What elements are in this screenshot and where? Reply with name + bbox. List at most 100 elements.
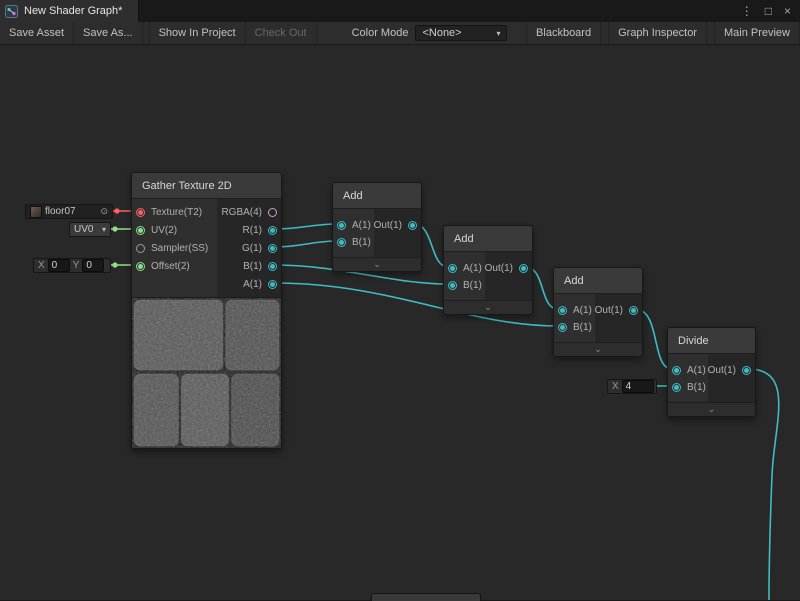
offset-y-field[interactable]: 0	[82, 259, 104, 272]
port-label: Texture(T2)	[151, 207, 202, 218]
port-label: Out(1)	[374, 220, 402, 231]
port-in-b[interactable]	[672, 383, 681, 392]
uv-channel-dropdown[interactable]: UV0 ▾	[69, 222, 111, 237]
port-label: A(1)	[573, 305, 592, 316]
port-out-g[interactable]	[268, 244, 277, 253]
shader-graph-window: New Shader Graph* ⋮ □ × Save Asset Save …	[0, 0, 800, 600]
port-label: B(1)	[687, 382, 706, 393]
node-add-2[interactable]: Add A(1) B(1) Out(1) ⌄	[443, 225, 533, 315]
port-label: A(1)	[463, 263, 482, 274]
color-mode-label: Color Mode	[345, 22, 416, 44]
port-label: Out(1)	[708, 365, 736, 376]
node-title: Add	[454, 233, 474, 245]
port-label: A(1)	[687, 365, 706, 376]
port-in-a[interactable]	[558, 306, 567, 315]
chevron-down-icon: ⌄	[484, 303, 492, 312]
graph-tab[interactable]: New Shader Graph*	[0, 0, 139, 22]
y-axis-label: Y	[73, 260, 80, 271]
menu-icon[interactable]: ⋮	[741, 5, 753, 17]
offset-x-field[interactable]: 0	[48, 259, 70, 272]
save-as-button[interactable]: Save As...	[74, 22, 143, 44]
port-in-a[interactable]	[672, 366, 681, 375]
node-add-1[interactable]: Add A(1) B(1) Out(1) ⌄	[332, 182, 422, 272]
blackboard-toggle[interactable]: Blackboard	[526, 22, 601, 44]
port-in-offset[interactable]	[136, 262, 145, 271]
port-label: Out(1)	[595, 305, 623, 316]
texture-preview	[132, 298, 281, 448]
port-in-b[interactable]	[558, 323, 567, 332]
texture-default-input[interactable]: floor07 ⊙	[25, 204, 113, 219]
port-label: B(1)	[573, 322, 592, 333]
x-axis-label: X	[38, 260, 45, 271]
texture-thumbnail	[30, 206, 42, 218]
node-divide[interactable]: Divide A(1) B(1) Out(1) ⌄	[667, 327, 756, 417]
graph-canvas[interactable]	[0, 44, 800, 600]
node-add-3[interactable]: Add A(1) B(1) Out(1) ⌄	[553, 267, 643, 357]
port-label: RGBA(4)	[221, 207, 262, 218]
check-out-button[interactable]: Check Out	[246, 22, 317, 44]
preview-collapse-toggle[interactable]: ⌄	[444, 300, 532, 314]
texture-name: floor07	[45, 206, 76, 217]
port-out-b[interactable]	[268, 262, 277, 271]
port-in-a[interactable]	[337, 221, 346, 230]
uv-channel-value: UV0	[74, 224, 93, 235]
object-picker-icon[interactable]: ⊙	[100, 207, 108, 216]
toolbar-right-group: Blackboard Graph Inspector Main Preview	[519, 22, 800, 44]
chevron-down-icon: ⌄	[708, 405, 716, 414]
divide-b-field[interactable]: 4	[622, 380, 654, 393]
port-label: UV(2)	[151, 225, 177, 236]
chevron-down-icon: ▾	[496, 29, 500, 38]
graph-toolbar: Save Asset Save As... Show In Project Ch…	[0, 22, 800, 45]
port-out[interactable]	[408, 221, 417, 230]
port-out[interactable]	[519, 264, 528, 273]
port-in-b[interactable]	[337, 238, 346, 247]
main-preview-toggle[interactable]: Main Preview	[714, 22, 800, 44]
color-mode-dropdown[interactable]: <None> ▾	[415, 25, 507, 41]
node-title: Divide	[678, 335, 709, 347]
port-label: R(1)	[243, 225, 262, 236]
port-in-texture[interactable]	[136, 208, 145, 217]
port-out-rgba[interactable]	[268, 208, 277, 217]
port-label: B(1)	[463, 280, 482, 291]
window-titlebar: New Shader Graph* ⋮ □ ×	[0, 0, 800, 22]
maximize-icon[interactable]: □	[765, 5, 772, 17]
node-header[interactable]: Add	[444, 226, 532, 252]
node-gather-texture-2d[interactable]: Gather Texture 2D Texture(T2) UV(2) Samp…	[131, 172, 282, 449]
port-out[interactable]	[742, 366, 751, 375]
port-in-b[interactable]	[448, 281, 457, 290]
node-title: Add	[343, 190, 363, 202]
preview-collapse-toggle[interactable]: ⌄	[333, 257, 421, 271]
chevron-down-icon: ▾	[102, 225, 106, 234]
preview-collapse-toggle[interactable]: ⌄	[554, 342, 642, 356]
node-preview[interactable]	[132, 297, 281, 448]
node-title: Gather Texture 2D	[142, 180, 232, 192]
preview-collapse-toggle[interactable]: ⌄	[668, 402, 755, 416]
save-asset-button[interactable]: Save Asset	[0, 22, 74, 44]
port-label: A(1)	[243, 279, 262, 290]
node-header[interactable]: Gather Texture 2D	[132, 173, 281, 199]
port-out[interactable]	[629, 306, 638, 315]
x-axis-label: X	[612, 381, 619, 392]
chevron-down-icon: ⌄	[594, 345, 602, 354]
divide-b-default-input: X 4	[607, 379, 657, 394]
node-title: Add	[564, 275, 584, 287]
graph-inspector-toggle[interactable]: Graph Inspector	[608, 22, 707, 44]
port-label: B(1)	[243, 261, 262, 272]
port-in-uv[interactable]	[136, 226, 145, 235]
close-icon[interactable]: ×	[784, 5, 791, 17]
port-in-sampler[interactable]	[136, 244, 145, 253]
offset-default-input: X 0 Y 0	[33, 258, 111, 273]
node-header[interactable]: Divide	[668, 328, 755, 354]
node-header[interactable]: Add	[333, 183, 421, 209]
port-label: G(1)	[242, 243, 262, 254]
port-label: Offset(2)	[151, 261, 190, 272]
node-header[interactable]: Add	[554, 268, 642, 294]
port-out-r[interactable]	[268, 226, 277, 235]
color-mode-value: <None>	[422, 27, 461, 39]
show-in-project-button[interactable]: Show In Project	[149, 22, 246, 44]
port-label: Out(1)	[485, 263, 513, 274]
port-in-a[interactable]	[448, 264, 457, 273]
chevron-down-icon: ⌄	[373, 260, 381, 269]
port-label: B(1)	[352, 237, 371, 248]
port-out-a[interactable]	[268, 280, 277, 289]
